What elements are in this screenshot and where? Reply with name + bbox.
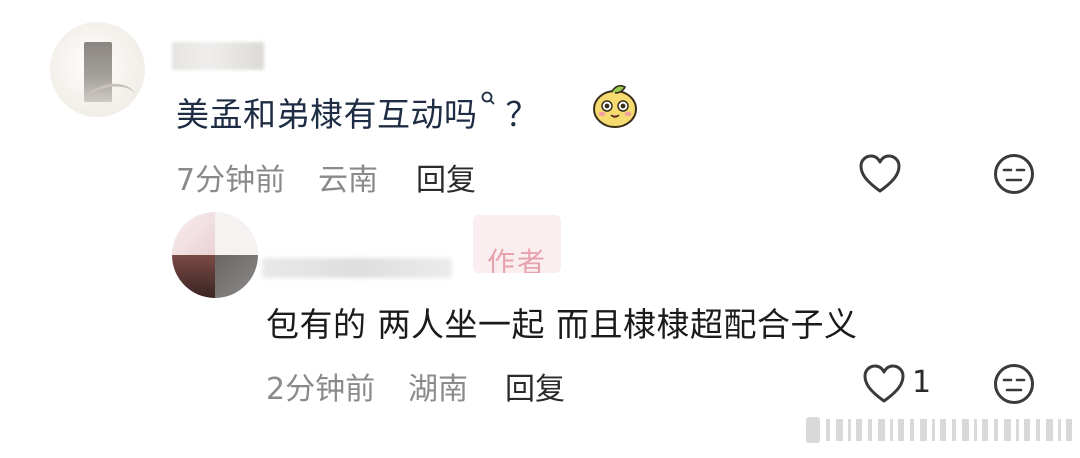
search-small-icon[interactable] (480, 90, 496, 108)
neutral-face-icon[interactable] (993, 363, 1035, 405)
mango-sticker-emoji (590, 80, 640, 130)
avatar-part (172, 255, 215, 298)
reply-avatar[interactable] (172, 212, 258, 298)
reply-button[interactable]: 回复 (416, 155, 476, 199)
comment-trailing: ？ (505, 95, 539, 134)
author-badge: 作者 (473, 215, 561, 273)
comment-location: 云南 (318, 163, 378, 198)
heart-outline-icon[interactable] (862, 363, 906, 405)
barcode-watermark (806, 415, 1074, 445)
reply-location: 湖南 (408, 372, 468, 407)
comment-text: 美孟和弟棣有互动吗 ？ (176, 88, 539, 136)
username-blurred[interactable] (172, 42, 264, 70)
heart-outline-icon[interactable] (858, 153, 902, 195)
reply-time: 2分钟前 (266, 372, 376, 407)
comment-body: 美孟和弟棣有互动吗 (176, 95, 478, 134)
reply-button[interactable]: 回复 (505, 364, 565, 408)
avatar-part (215, 255, 258, 298)
like-count: 1 (912, 365, 932, 400)
neutral-face-icon[interactable] (993, 153, 1035, 195)
reply-comment-text: 包有的 两人坐一起 而且棣棣超配合子义 (266, 305, 858, 344)
avatar-part (172, 212, 215, 255)
reply-username-blurred[interactable] (262, 258, 452, 278)
author-badge-label: 作者 (487, 246, 548, 274)
comment-time: 7分钟前 (176, 163, 286, 198)
avatar[interactable] (50, 22, 145, 117)
avatar-part (215, 212, 258, 255)
